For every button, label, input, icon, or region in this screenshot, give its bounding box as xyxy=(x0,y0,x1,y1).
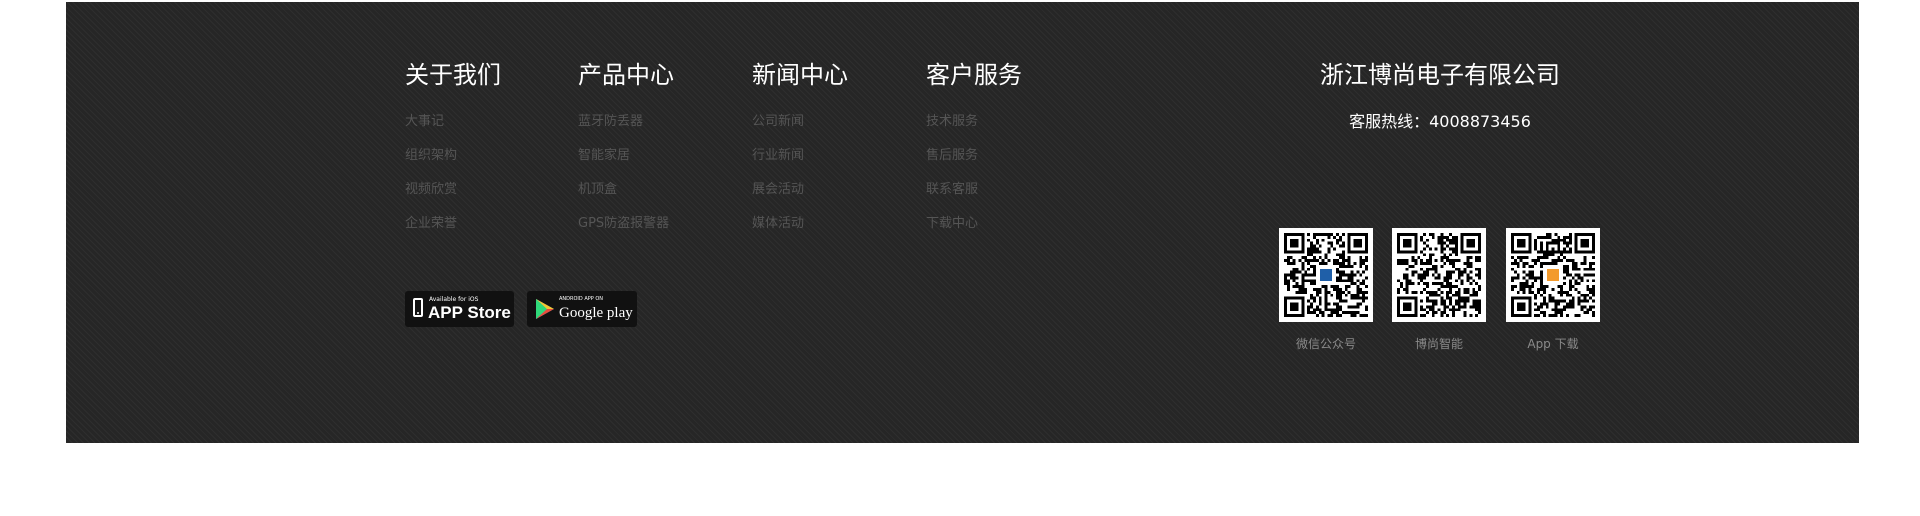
footer-link[interactable]: GPS防盗报警器 xyxy=(578,216,669,231)
footer-link[interactable]: 大事记 xyxy=(405,114,444,129)
footer-link[interactable]: 技术服务 xyxy=(926,114,978,129)
list-item: 蓝牙防丢器 xyxy=(578,111,674,145)
list-item: 机顶盒 xyxy=(578,179,674,213)
list-item: 智能家居 xyxy=(578,145,674,179)
list-item: 媒体活动 xyxy=(752,213,848,247)
qr-code-image xyxy=(1397,233,1481,317)
footer-link[interactable]: 企业荣誉 xyxy=(405,216,457,231)
footer-link-list: 蓝牙防丢器 智能家居 机顶盒 GPS防盗报警器 xyxy=(578,111,674,247)
footer-link[interactable]: 蓝牙防丢器 xyxy=(578,114,643,129)
footer-link[interactable]: 机顶盒 xyxy=(578,182,617,197)
app-store-button[interactable]: Available for iOS APP Store xyxy=(405,291,514,327)
footer-link[interactable]: 联系客服 xyxy=(926,182,978,197)
list-item: 展会活动 xyxy=(752,179,848,213)
footer-column-title: 新闻中心 xyxy=(752,61,848,89)
qr-item-wechat: 微信公众号 xyxy=(1279,228,1373,352)
qr-caption: 博尚智能 xyxy=(1414,337,1463,351)
footer-link-list: 技术服务 售后服务 联系客服 下载中心 xyxy=(926,111,1022,247)
company-info: 浙江博尚电子有限公司 客服热线：4008873456 xyxy=(1216,59,1664,133)
app-download-qr-code[interactable] xyxy=(1506,228,1600,322)
list-item: GPS防盗报警器 xyxy=(578,213,674,247)
footer-column-about: 关于我们 大事记 组织架构 视频欣赏 企业荣誉 xyxy=(405,59,501,247)
qr-code-image xyxy=(1284,233,1368,317)
list-item: 技术服务 xyxy=(926,111,1022,145)
footer-column-news: 新闻中心 公司新闻 行业新闻 展会活动 媒体活动 xyxy=(752,59,848,247)
footer-column-title: 客户服务 xyxy=(926,61,1022,89)
footer-column-products: 产品中心 蓝牙防丢器 智能家居 机顶盒 GPS防盗报警器 xyxy=(578,59,674,247)
footer-column-title: 产品中心 xyxy=(578,61,674,89)
footer-link[interactable]: 视频欣赏 xyxy=(405,182,457,197)
footer-link-list: 公司新闻 行业新闻 展会活动 媒体活动 xyxy=(752,111,848,247)
footer-link[interactable]: 展会活动 xyxy=(752,182,804,197)
google-play-button[interactable]: ANDROID APP ON Google play xyxy=(527,291,637,327)
footer-link[interactable]: 组织架构 xyxy=(405,148,457,163)
footer-link[interactable]: 行业新闻 xyxy=(752,148,804,163)
qr-code-image xyxy=(1511,233,1595,317)
badge-label: Google play xyxy=(559,305,633,321)
qr-caption: 微信公众号 xyxy=(1295,337,1356,351)
qr-caption: App 下载 xyxy=(1527,337,1579,351)
footer-link[interactable]: 售后服务 xyxy=(926,148,978,163)
phone-icon xyxy=(413,298,423,317)
badge-caption: Available for iOS xyxy=(429,296,479,303)
list-item: 公司新闻 xyxy=(752,111,848,145)
play-icon xyxy=(536,299,554,319)
badge-caption: ANDROID APP ON xyxy=(559,296,604,302)
list-item: 联系客服 xyxy=(926,179,1022,213)
footer-link[interactable]: 公司新闻 xyxy=(752,114,804,129)
list-item: 企业荣誉 xyxy=(405,213,501,247)
list-item: 组织架构 xyxy=(405,145,501,179)
hotline-text: 客服热线：4008873456 xyxy=(1349,112,1531,131)
footer-column-service: 客户服务 技术服务 售后服务 联系客服 下载中心 xyxy=(926,59,1022,247)
footer-column-title: 关于我们 xyxy=(405,61,501,89)
site-footer: 关于我们 大事记 组织架构 视频欣赏 企业荣誉 产品中心 蓝牙防丢器 智能家居 … xyxy=(66,2,1859,443)
footer-link-list: 大事记 组织架构 视频欣赏 企业荣誉 xyxy=(405,111,501,247)
qr-code-row: 微信公众号 博尚智能 App 下载 xyxy=(1279,228,1609,358)
footer-link[interactable]: 下载中心 xyxy=(926,216,978,231)
list-item: 大事记 xyxy=(405,111,501,145)
footer-link[interactable]: 智能家居 xyxy=(578,148,630,163)
list-item: 视频欣赏 xyxy=(405,179,501,213)
badge-label: APP Store xyxy=(428,303,511,322)
wechat-qr-code[interactable] xyxy=(1279,228,1373,322)
company-name: 浙江博尚电子有限公司 xyxy=(1320,61,1560,89)
footer-link[interactable]: 媒体活动 xyxy=(752,216,804,231)
qr-item-app: App 下载 xyxy=(1506,228,1600,352)
list-item: 售后服务 xyxy=(926,145,1022,179)
boshang-qr-code[interactable] xyxy=(1392,228,1486,322)
list-item: 下载中心 xyxy=(926,213,1022,247)
qr-item-boshang: 博尚智能 xyxy=(1392,228,1486,352)
list-item: 行业新闻 xyxy=(752,145,848,179)
